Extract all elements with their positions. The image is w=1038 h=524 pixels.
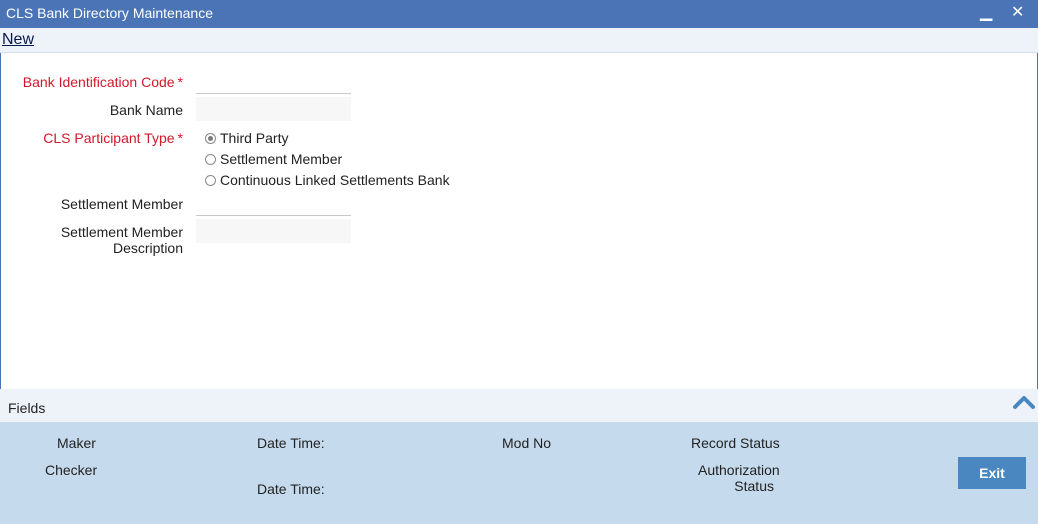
authorization-status-line2: Status	[734, 478, 774, 494]
required-marker: *	[177, 74, 183, 90]
authorization-status-label: Authorization Status	[698, 462, 780, 494]
maker-date-time-label: Date Time:	[257, 435, 325, 451]
bank-name-field	[196, 97, 351, 121]
chevron-up-icon[interactable]	[1012, 391, 1036, 413]
bank-id-code-label: Bank Identification Code *	[23, 74, 183, 90]
settlement-member-desc-label-line2: Description	[112, 240, 183, 256]
checker-label: Checker	[45, 462, 98, 478]
participant-type-label-text: CLS Participant Type	[43, 130, 175, 146]
main-form: Bank Identification Code * Bank Name CLS …	[0, 53, 1038, 389]
authorization-status-line1: Authorization	[698, 462, 780, 478]
close-icon[interactable]: ✕	[1011, 2, 1024, 22]
radio-cls-bank[interactable]: Continuous Linked Settlements Bank	[205, 172, 450, 188]
bank-id-code-input[interactable]	[196, 69, 351, 94]
settlement-member-input[interactable]	[196, 191, 351, 216]
settlement-member-desc-label: Settlement Member Description	[61, 224, 183, 256]
new-link[interactable]: New	[2, 31, 34, 49]
window-titlebar: CLS Bank Directory Maintenance ▁ ✕	[0, 0, 1038, 28]
radio-label: Settlement Member	[220, 151, 343, 167]
radio-label: Third Party	[220, 130, 289, 146]
radio-label: Continuous Linked Settlements Bank	[220, 172, 450, 188]
minimize-icon[interactable]: ▁	[980, 2, 992, 22]
settlement-member-desc-field	[196, 219, 351, 243]
fields-bar: Fields	[0, 389, 1038, 422]
toolbar: New	[0, 28, 1038, 53]
radio-button-selected[interactable]	[205, 132, 216, 144]
radio-button[interactable]	[205, 174, 216, 186]
exit-button[interactable]: Exit	[958, 457, 1026, 489]
settlement-member-desc-label-line1: Settlement Member	[60, 224, 183, 240]
maker-label: Maker	[57, 435, 96, 451]
record-status-label: Record Status	[691, 435, 780, 451]
settlement-member-label: Settlement Member	[60, 196, 183, 212]
mod-no-label: Mod No	[502, 435, 552, 451]
participant-type-label: CLS Participant Type *	[43, 130, 183, 146]
checker-date-time-label: Date Time:	[257, 481, 325, 497]
radio-settlement-member[interactable]: Settlement Member	[205, 151, 342, 167]
radio-third-party[interactable]: Third Party	[205, 130, 288, 146]
window-title: CLS Bank Directory Maintenance	[6, 5, 213, 21]
radio-button[interactable]	[205, 153, 216, 165]
bank-name-label: Bank Name	[109, 102, 183, 118]
fields-label[interactable]: Fields	[8, 400, 45, 416]
bank-id-code-label-text: Bank Identification Code	[22, 74, 175, 90]
audit-panel: Maker Checker Date Time: Date Time: Mod …	[0, 422, 1038, 524]
required-marker: *	[177, 130, 183, 146]
